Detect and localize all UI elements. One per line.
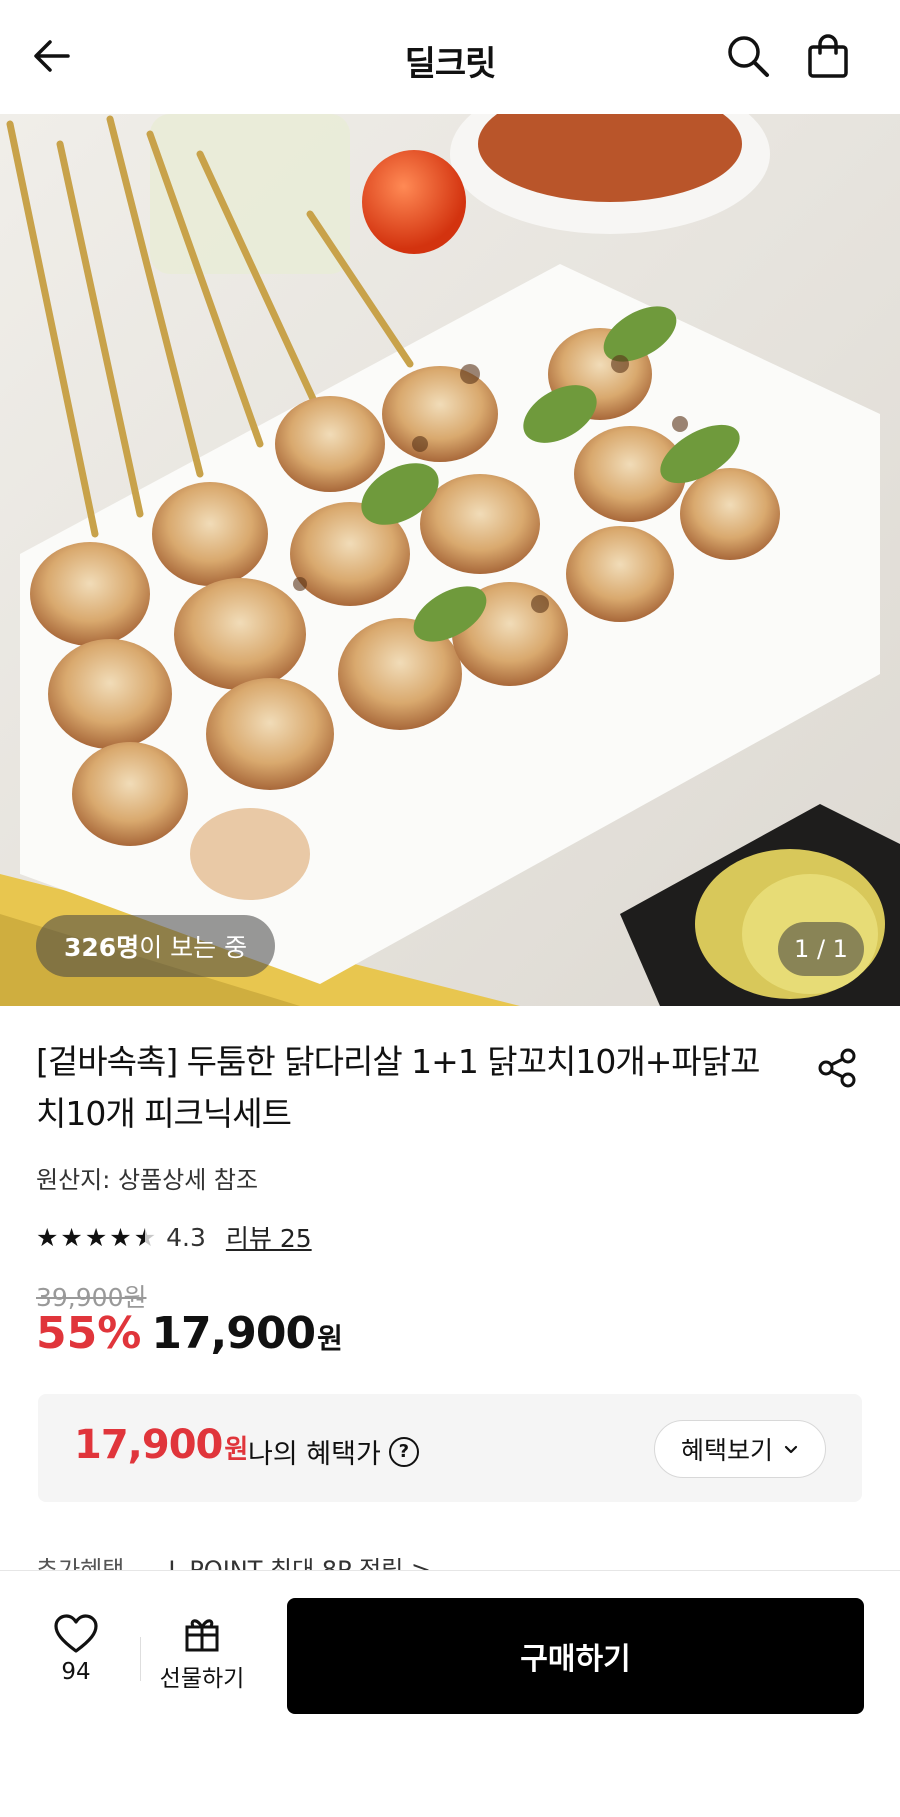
share-button[interactable] [810,1040,866,1096]
product-title: [겉바속촉] 두툼한 닭다리살 1+1 닭꼬치10개+파닭꼬치10개 피크닉세트 [36,1042,760,1133]
view-benefits-label: 혜택보기 [680,1436,773,1465]
product-image[interactable] [0,114,900,1006]
viewers-suffix: 이 보는 중 [139,933,248,962]
benefit-price-value: 17,900 [74,1422,223,1468]
viewers-badge: 326명 이 보는 중 [36,915,276,977]
star-icon: ★ [60,1222,83,1252]
price-row: 55% 17,900 원 [36,1308,343,1359]
viewers-count: 326명 [64,933,140,962]
gift-button[interactable]: 선물하기 [150,1613,254,1693]
origin-info: 원산지: 상품상세 참조 [36,1166,259,1194]
product-photo [0,114,900,1006]
benefit-label-group: 나의 혜택가 ? [248,1432,419,1471]
search-button[interactable] [720,28,776,84]
discount-rate: 55% [36,1308,142,1359]
benefit-price-box: 17,900 원 나의 혜택가 ? 혜택보기 [38,1394,862,1502]
chevron-down-icon [784,1445,798,1454]
like-count: 94 [61,1659,91,1685]
shopping-bag-icon [808,34,848,78]
benefit-label: 나의 혜택가 [248,1439,381,1470]
star-icon: ★ [84,1222,108,1252]
star-rating: ★ ★ ★ ★ ★ [36,1225,156,1250]
star-icon: ★ [109,1222,132,1252]
like-button[interactable]: 94 [36,1613,116,1685]
sale-price: 17,900 [151,1308,316,1359]
buy-button[interactable]: 구매하기 [287,1598,864,1714]
search-icon [728,36,769,77]
star-icon: ★ [36,1222,59,1252]
gift-label: 선물하기 [159,1666,245,1692]
benefit-price: 17,900 원 [74,1422,248,1468]
heart-icon [54,1614,98,1653]
top-app-bar: 딜크릿 [0,0,900,114]
share-icon [818,1048,856,1088]
price-unit: 원 [317,1322,343,1355]
question-circle-icon[interactable]: ? [388,1436,419,1467]
cart-button[interactable] [800,28,856,84]
view-benefits-button[interactable]: 혜택보기 [654,1420,826,1478]
divider [140,1637,141,1681]
gift-icon [185,1619,219,1652]
image-pager: 1 / 1 [778,922,864,976]
rating-row: ★ ★ ★ ★ ★ 4.3 리뷰 25 [36,1218,312,1256]
review-link[interactable]: 리뷰 25 [226,1219,312,1255]
rating-value: 4.3 [166,1222,206,1252]
bottom-action-bar: 94 선물하기 구매하기 [0,1570,900,1817]
half-star-icon: ★ [133,1222,157,1252]
benefit-price-unit: 원 [224,1435,249,1465]
